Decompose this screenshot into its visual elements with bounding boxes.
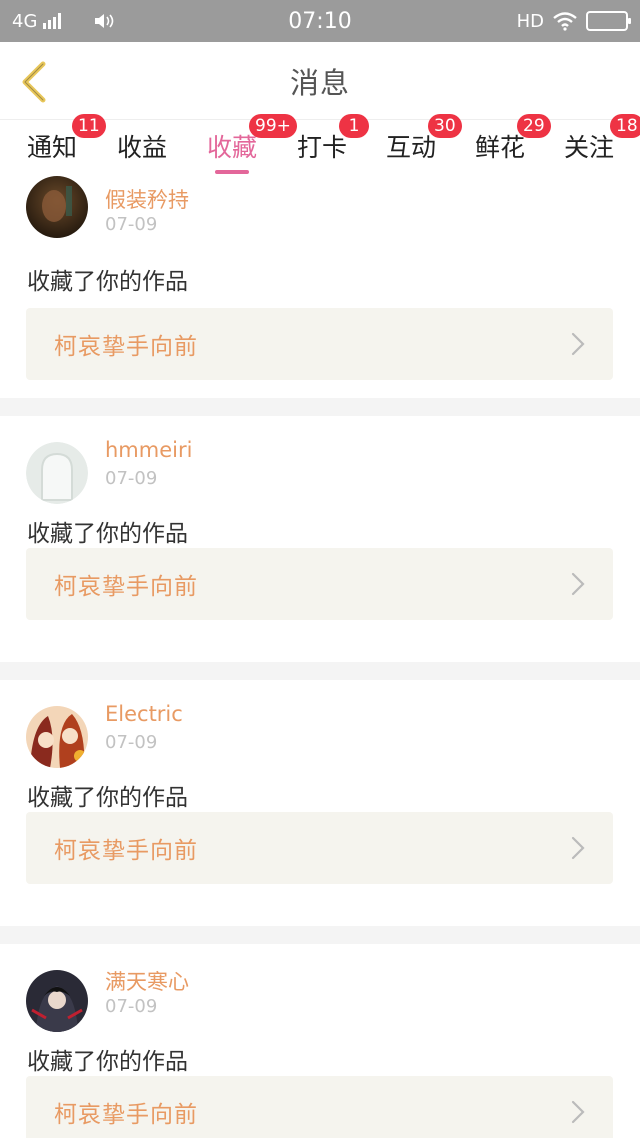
username[interactable]: 假装矜持 bbox=[105, 184, 189, 214]
tab-notifications[interactable]: 通知 11 bbox=[25, 114, 106, 176]
message-feed[interactable]: 假装矜持 07-09 收藏了你的作品 柯哀挚手向前 hmmeiri 07-09 … bbox=[0, 176, 640, 1138]
badge-count: 18 bbox=[610, 114, 640, 138]
timestamp: 07-09 bbox=[105, 468, 158, 489]
tab-earnings[interactable]: 收益 bbox=[115, 120, 169, 176]
signal-icon bbox=[43, 13, 62, 29]
avatar[interactable] bbox=[26, 442, 88, 504]
wifi-icon bbox=[552, 11, 578, 31]
timestamp: 07-09 bbox=[105, 214, 158, 235]
badge-count: 11 bbox=[72, 114, 106, 138]
action-text: 收藏了你的作品 bbox=[27, 521, 188, 547]
list-item: 假装矜持 07-09 收藏了你的作品 柯哀挚手向前 bbox=[0, 176, 640, 398]
tab-favorites[interactable]: 收藏 99+ bbox=[205, 114, 297, 176]
status-right: HD bbox=[516, 10, 631, 32]
nav-header: 消息 bbox=[0, 42, 640, 120]
tab-flowers[interactable]: 鲜花 29 bbox=[473, 114, 551, 176]
work-title: 柯哀挚手向前 bbox=[54, 1102, 198, 1128]
timestamp: 07-09 bbox=[105, 732, 158, 753]
chevron-right-icon bbox=[571, 572, 585, 596]
active-tab-indicator bbox=[215, 170, 249, 174]
chevron-left-icon bbox=[22, 61, 46, 103]
badge-count: 99+ bbox=[249, 114, 297, 138]
status-bar: 4G 07:10 HD bbox=[0, 0, 640, 42]
avatar[interactable] bbox=[26, 706, 88, 768]
hd-label: HD bbox=[516, 10, 544, 32]
battery-icon bbox=[586, 11, 631, 31]
list-item: Electric 07-09 收藏了你的作品 柯哀挚手向前 bbox=[0, 680, 640, 926]
work-title: 柯哀挚手向前 bbox=[54, 574, 198, 600]
action-text: 收藏了你的作品 bbox=[27, 785, 188, 811]
work-link[interactable]: 柯哀挚手向前 bbox=[26, 812, 613, 884]
list-item: 满天寒心 07-09 收藏了你的作品 柯哀挚手向前 bbox=[0, 944, 640, 1138]
work-title: 柯哀挚手向前 bbox=[54, 334, 198, 360]
badge-count: 30 bbox=[428, 114, 462, 138]
work-link[interactable]: 柯哀挚手向前 bbox=[26, 548, 613, 620]
speaker-icon bbox=[93, 12, 115, 30]
work-link[interactable]: 柯哀挚手向前 bbox=[26, 308, 613, 380]
username[interactable]: hmmeiri bbox=[105, 438, 192, 462]
action-text: 收藏了你的作品 bbox=[27, 1049, 188, 1075]
back-button[interactable] bbox=[14, 58, 54, 106]
status-left: 4G bbox=[12, 11, 115, 32]
default-avatar-icon bbox=[26, 442, 88, 504]
action-text: 收藏了你的作品 bbox=[27, 269, 188, 295]
tab-interactions[interactable]: 互动 30 bbox=[384, 114, 462, 176]
username[interactable]: 满天寒心 bbox=[105, 966, 189, 996]
tab-label: 关注 bbox=[563, 133, 614, 162]
tab-checkin[interactable]: 打卡 1 bbox=[295, 114, 369, 176]
list-item: hmmeiri 07-09 收藏了你的作品 柯哀挚手向前 bbox=[0, 416, 640, 662]
badge-count: 1 bbox=[339, 114, 369, 138]
chevron-right-icon bbox=[571, 1100, 585, 1124]
chevron-right-icon bbox=[571, 332, 585, 356]
avatar[interactable] bbox=[26, 970, 88, 1032]
tab-following[interactable]: 关注 18 bbox=[562, 114, 640, 176]
username[interactable]: Electric bbox=[105, 702, 183, 726]
badge-count: 29 bbox=[517, 114, 551, 138]
avatar[interactable] bbox=[26, 176, 88, 238]
work-link[interactable]: 柯哀挚手向前 bbox=[26, 1076, 613, 1138]
work-title: 柯哀挚手向前 bbox=[54, 838, 198, 864]
page-title: 消息 bbox=[289, 65, 350, 100]
chevron-right-icon bbox=[571, 836, 585, 860]
tab-label: 通知 bbox=[26, 133, 77, 162]
timestamp: 07-09 bbox=[105, 996, 158, 1017]
network-type: 4G bbox=[12, 10, 38, 32]
tab-bar: 通知 11 收益 收藏 99+ 打卡 1 互动 30 鲜花 29 关注 18 bbox=[0, 114, 640, 176]
tab-label: 收益 bbox=[116, 133, 167, 162]
